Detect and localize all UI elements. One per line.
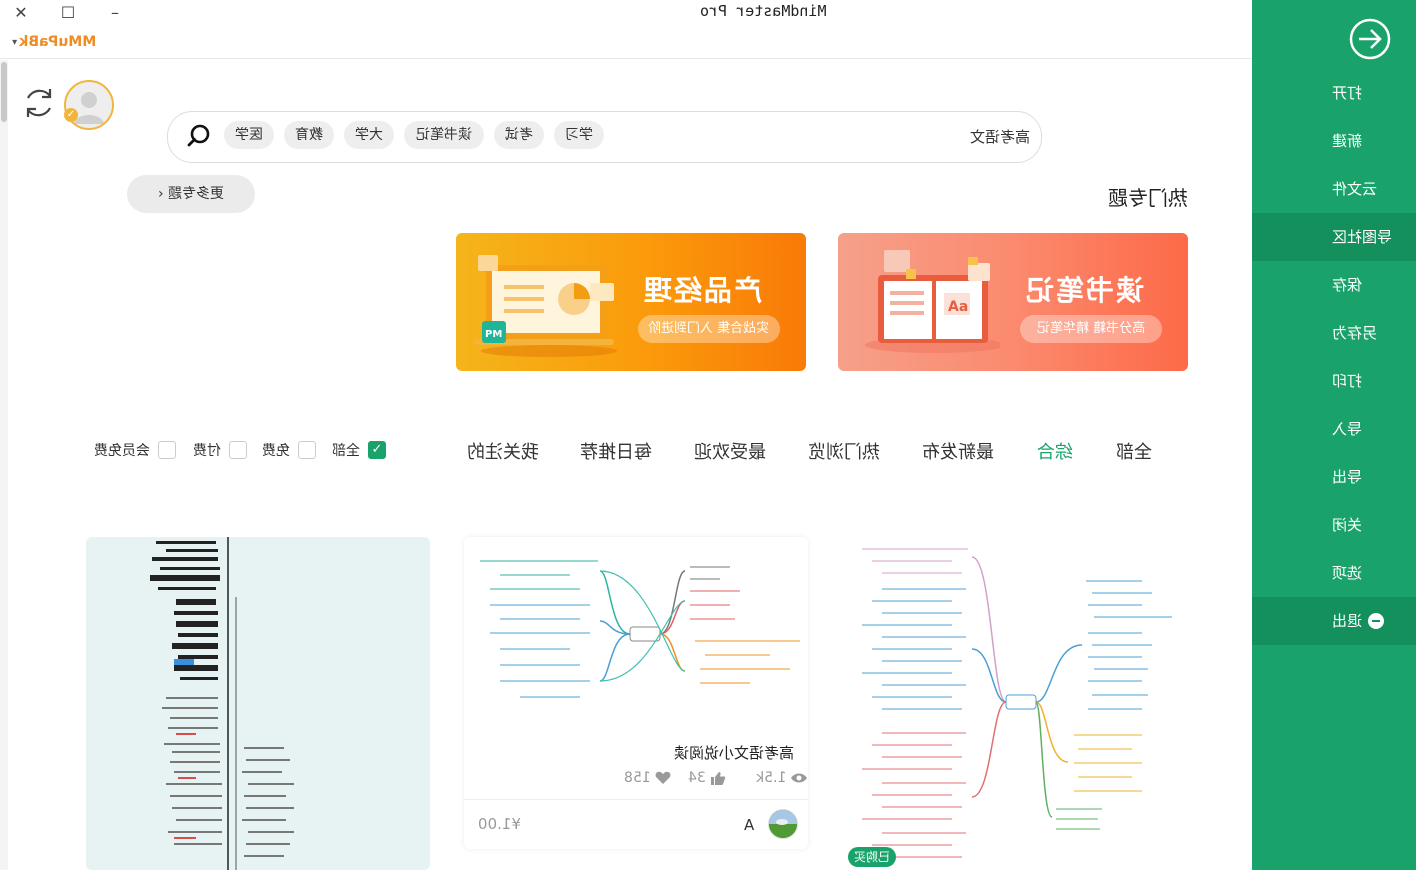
app-title: MindMaster Pro	[700, 2, 827, 20]
user-name: MMuPaBk	[19, 34, 97, 50]
sidebar-item-new[interactable]: 新建	[1252, 117, 1416, 165]
sidebar-item-print[interactable]: 打印	[1252, 357, 1416, 405]
mindmap-card[interactable]	[86, 537, 430, 870]
banner-title: 产品经理	[642, 274, 763, 307]
sidebar-item-community[interactable]: 导图社区	[1252, 213, 1416, 261]
tab-hot[interactable]: 热门浏览	[808, 438, 880, 464]
sidebar-item-open[interactable]: 打开	[1252, 69, 1416, 117]
card-title: 高考语文小说阅读	[674, 744, 795, 762]
vip-badge-icon: ✓	[64, 108, 78, 122]
mindmap-card[interactable]: 高考语文小说阅读 1.5k 34 158 ¥1.00 A	[464, 537, 808, 849]
sidebar-item-save[interactable]: 保存	[1252, 261, 1416, 309]
svg-text:PM: PM	[485, 329, 502, 340]
checkbox-checked-icon[interactable]: ✓	[368, 441, 386, 459]
checkbox[interactable]	[298, 441, 316, 459]
tab-latest[interactable]: 最新发布	[922, 438, 994, 464]
sidebar-item-save-as[interactable]: 另存为	[1252, 309, 1416, 357]
notebook-illustration-icon: Aa	[865, 250, 1000, 353]
sync-icon[interactable]	[20, 84, 58, 122]
price: ¥1.00	[478, 815, 521, 833]
sidebar-item-import[interactable]: 导入	[1252, 405, 1416, 453]
filter-free[interactable]: 免费	[262, 440, 316, 460]
likes-stat: 34	[688, 770, 726, 786]
svg-text:Aa: Aa	[948, 299, 968, 315]
search-input[interactable]: 高考语文	[970, 126, 1030, 147]
tab-all[interactable]: 全部	[1116, 438, 1152, 464]
banner-title: 读书笔记	[1024, 274, 1145, 307]
mindmap-thumbnail-icon	[862, 548, 1172, 858]
tag-medicine[interactable]: 医学	[224, 121, 274, 149]
eye-icon	[791, 773, 808, 783]
tag-exam[interactable]: 考试	[494, 121, 544, 149]
close-window-icon[interactable]: ✕	[8, 2, 34, 24]
chevron-left-icon: ‹	[157, 186, 164, 202]
laptop-illustration-icon: PM	[474, 255, 617, 357]
scrollbar[interactable]	[0, 60, 8, 870]
heart-icon	[655, 771, 671, 784]
sidebar-item-options[interactable]: 选项	[1252, 549, 1416, 597]
tag-reading-notes[interactable]: 读书笔记	[404, 121, 484, 149]
search-icon[interactable]	[186, 123, 212, 149]
filter-paid[interactable]: 付费	[193, 440, 247, 460]
tag-study[interactable]: 学习	[554, 121, 604, 149]
banner-product-manager[interactable]: PM 产品经理 实战合集 入门到进阶	[456, 233, 806, 371]
checkbox[interactable]	[229, 441, 247, 459]
mindmap-card[interactable]: 已购买	[842, 537, 1186, 870]
filter-member-free[interactable]: 会员免费	[94, 440, 176, 460]
tag-education[interactable]: 教育	[284, 121, 334, 149]
minimize-window-icon[interactable]: –	[102, 2, 128, 24]
landscape-avatar-icon	[769, 810, 797, 838]
section-title: 热门专题	[1108, 186, 1188, 210]
back-arrow-icon[interactable]	[1348, 17, 1392, 61]
more-topics-button[interactable]: ‹ 更多专题	[127, 175, 255, 213]
views-stat: 1.5k	[756, 770, 808, 786]
filter-all[interactable]: 全部 ✓	[332, 440, 386, 460]
favorites-stat: 158	[624, 770, 671, 786]
user-menu[interactable]: MMuPaBk ▾	[12, 34, 96, 50]
maximize-window-icon[interactable]: ☐	[55, 2, 81, 24]
minus-circle-icon	[1368, 613, 1384, 629]
sidebar-item-export[interactable]: 导出	[1252, 453, 1416, 501]
checkbox[interactable]	[158, 441, 176, 459]
tag-university[interactable]: 大学	[344, 121, 394, 149]
author-name[interactable]: A	[744, 816, 754, 834]
title-bar	[0, 0, 1252, 59]
banner-subtitle: 高分书籍 精华笔记	[1020, 315, 1162, 343]
author-avatar[interactable]	[768, 809, 798, 839]
sidebar-item-exit[interactable]: 退出	[1252, 597, 1416, 645]
divider	[464, 799, 808, 800]
scrollbar-thumb[interactable]	[1, 62, 7, 122]
tab-comprehensive[interactable]: 综合	[1037, 438, 1073, 464]
avatar[interactable]	[64, 80, 114, 130]
sidebar-item-cloud-files[interactable]: 云文件	[1252, 165, 1416, 213]
tab-following[interactable]: 我关注的	[467, 438, 539, 464]
banner-reading-notes[interactable]: Aa 读书笔记 高分书籍 精华笔记	[838, 233, 1188, 371]
banner-subtitle: 实战合集 入门到进阶	[638, 315, 780, 343]
tab-daily-picks[interactable]: 每日推荐	[580, 438, 652, 464]
mindmap-thumbnail-icon	[150, 537, 294, 870]
chevron-down-icon: ▾	[12, 36, 18, 48]
tab-popular[interactable]: 最受欢迎	[694, 438, 766, 464]
sidebar-item-close[interactable]: 关闭	[1252, 501, 1416, 549]
purchased-badge: 已购买	[848, 847, 897, 867]
thumbs-up-icon	[710, 771, 726, 785]
mindmap-thumbnail-icon	[480, 560, 800, 698]
